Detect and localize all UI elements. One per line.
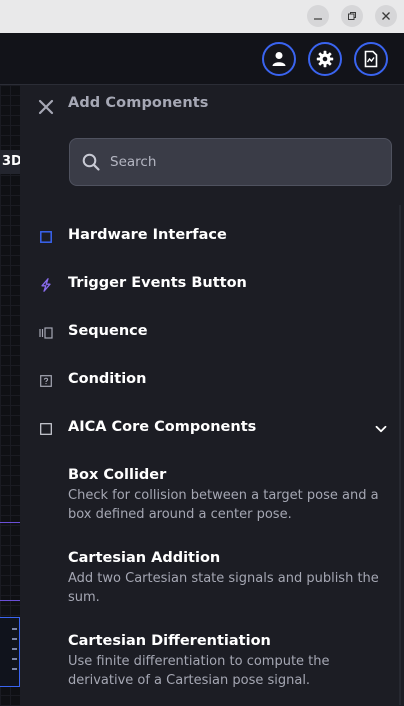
search-icon [82, 153, 100, 171]
minimize-button[interactable] [307, 5, 329, 27]
category-hardware-interface[interactable]: Hardware Interface [20, 219, 404, 255]
app-toolbar [0, 33, 404, 85]
node-port [12, 648, 17, 650]
window-titlebar [0, 0, 404, 33]
category-trigger-events-button[interactable]: Trigger Events Button [20, 267, 404, 303]
panel-title: Add Components [68, 95, 209, 111]
canvas-connection-line [0, 600, 20, 601]
category-sequence[interactable]: Sequence [20, 315, 404, 351]
lightning-icon [39, 278, 53, 292]
document-chart-button[interactable] [354, 42, 388, 76]
category-condition[interactable]: Condition [20, 363, 404, 399]
category-label: Hardware Interface [68, 227, 227, 243]
component-name: Cartesian Differentiation [68, 633, 271, 649]
minimize-icon [314, 18, 322, 20]
square-outline-icon [39, 422, 53, 436]
canvas-connection-line [0, 522, 20, 523]
close-icon [382, 12, 390, 20]
category-label: Condition [68, 371, 147, 387]
node-port [12, 628, 17, 630]
graph-canvas[interactable] [0, 85, 20, 706]
hardware-square-icon [39, 230, 53, 244]
restore-icon [348, 12, 356, 20]
component-item-cartesian-differentiation[interactable]: Cartesian Differentiation Use finite dif… [68, 631, 388, 690]
document-chart-icon [364, 50, 378, 68]
restore-button[interactable] [341, 5, 363, 27]
close-panel-icon[interactable] [37, 98, 55, 116]
add-components-panel: Add Components Hardware Interface Trigge… [20, 85, 404, 706]
chevron-down-icon[interactable] [374, 422, 388, 436]
component-name: Box Collider [68, 467, 167, 483]
component-name: Cartesian Addition [68, 550, 221, 566]
gear-icon [316, 50, 334, 68]
component-item-box-collider[interactable]: Box Collider Check for collision between… [68, 465, 388, 524]
category-aica-core-components[interactable]: AICA Core Components [20, 411, 404, 447]
condition-question-icon [39, 374, 53, 388]
view-tab-3d[interactable]: 3D [0, 150, 20, 174]
component-description: Add two Cartesian state signals and publ… [68, 571, 379, 605]
node-port [12, 658, 17, 660]
component-description: Use finite differentiation to compute th… [68, 654, 330, 688]
canvas-node[interactable] [0, 617, 20, 687]
user-button[interactable] [262, 42, 296, 76]
search-input[interactable] [110, 139, 380, 185]
component-item-cartesian-addition[interactable]: Cartesian Addition Add two Cartesian sta… [68, 548, 388, 607]
category-label: Sequence [68, 323, 148, 339]
settings-button[interactable] [308, 42, 342, 76]
node-port [12, 668, 17, 670]
category-label: AICA Core Components [68, 419, 257, 435]
close-window-button[interactable] [375, 5, 397, 27]
node-port [12, 638, 17, 640]
category-label: Trigger Events Button [68, 275, 247, 291]
component-description: Check for collision between a target pos… [68, 488, 379, 522]
sequence-icon [39, 326, 53, 340]
user-icon [272, 52, 286, 66]
search-box[interactable] [69, 138, 392, 186]
